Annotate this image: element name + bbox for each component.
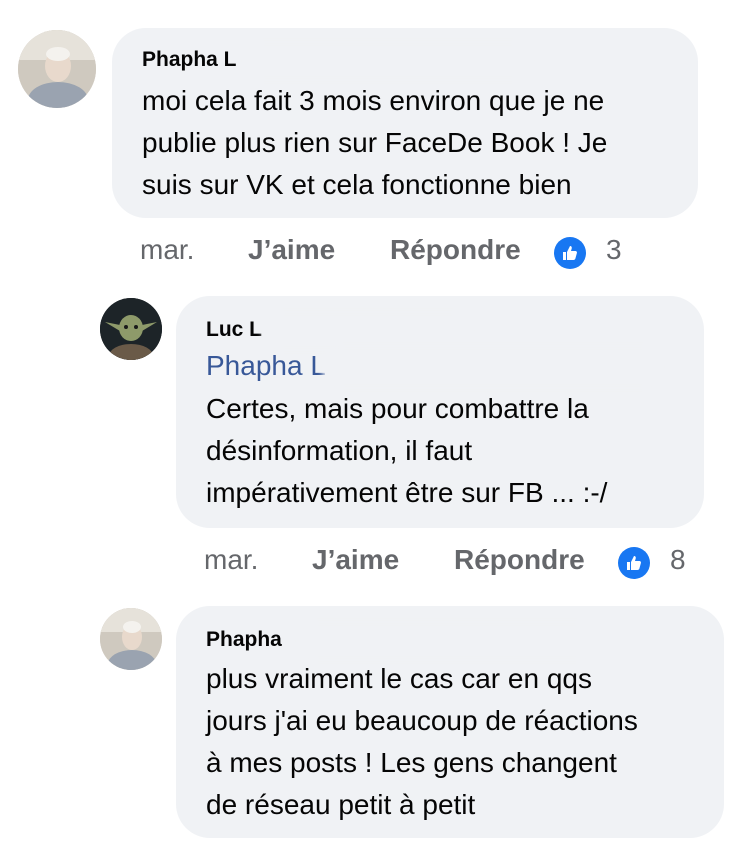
redaction-blur (268, 318, 468, 344)
person-photo-icon (100, 608, 162, 670)
avatar-phapha[interactable] (18, 30, 96, 108)
reply-text: Certes, mais pour combattre la désinform… (206, 393, 608, 508)
reply-actions: mar. J’aime Répondre 8 (204, 544, 724, 584)
avatar-phapha[interactable] (100, 608, 162, 670)
like-reaction-icon[interactable] (554, 237, 586, 269)
reaction-count[interactable]: 3 (606, 234, 622, 266)
comment-text: moi cela fait 3 mois environ que je ne p… (142, 85, 608, 200)
reaction-count[interactable]: 8 (670, 544, 686, 576)
reply-timestamp[interactable]: mar. (204, 544, 258, 576)
like-button[interactable]: J’aime (312, 544, 399, 576)
comment-timestamp[interactable]: mar. (140, 234, 194, 266)
reply-button[interactable]: Répondre (390, 234, 521, 266)
reply-bubble: Phapha plus vraiment le cas car en qqs j… (176, 606, 724, 838)
like-reaction-icon[interactable] (618, 547, 650, 579)
reply-author[interactable]: Luc L (206, 318, 262, 342)
mention-link[interactable]: Phapha L (206, 350, 326, 382)
person-photo-icon (18, 30, 96, 108)
reply-button[interactable]: Répondre (454, 544, 585, 576)
like-button[interactable]: J’aime (248, 234, 335, 266)
comment-bubble: Phapha L moi cela fait 3 mois environ qu… (112, 28, 698, 218)
redaction-blur (328, 352, 658, 382)
avatar-luc[interactable] (100, 298, 162, 360)
reply-text: plus vraiment le cas car en qqs jours j'… (206, 663, 638, 820)
reply-author[interactable]: Phapha (206, 628, 282, 652)
reply-bubble: Luc L Phapha L Certes, mais pour combatt… (176, 296, 704, 528)
redaction-blur (302, 628, 592, 654)
comment-actions: mar. J’aime Répondre 3 (140, 234, 660, 274)
yoda-photo-icon (100, 298, 162, 360)
redaction-blur (248, 48, 528, 74)
comment-author[interactable]: Phapha L (142, 48, 237, 72)
